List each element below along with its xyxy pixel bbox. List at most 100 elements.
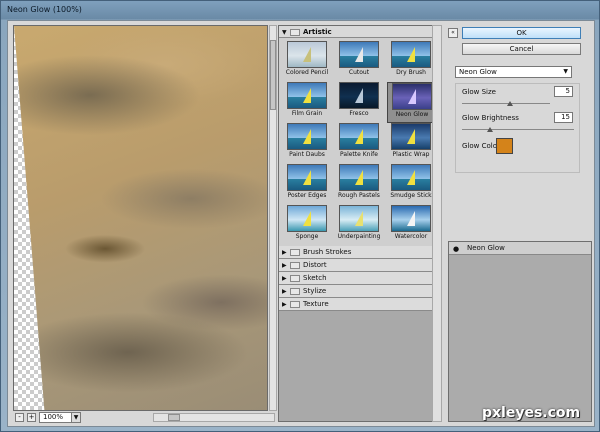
- thumbnail-image: [339, 205, 379, 232]
- folder-icon: [290, 275, 300, 282]
- sailboat-icon: [407, 170, 415, 185]
- scroll-thumb[interactable]: [168, 414, 180, 421]
- sailboat-icon: [303, 47, 311, 62]
- category-texture[interactable]: ▶ Texture: [279, 298, 433, 311]
- category-label: Artistic: [303, 28, 332, 36]
- glow-brightness-slider[interactable]: [462, 127, 574, 132]
- glow-color-label: Glow Color: [462, 142, 500, 150]
- triangle-right-icon: ▶: [282, 288, 287, 295]
- preview-vertical-scrollbar[interactable]: [269, 25, 277, 411]
- filter-label: Plastic Wrap: [392, 151, 430, 158]
- thumbnail-image: [339, 123, 379, 150]
- chevron-down-icon: ▼: [563, 68, 568, 75]
- filter-thumb-dry-brush[interactable]: Dry Brush: [387, 41, 433, 82]
- category-label: Texture: [303, 300, 329, 308]
- sailboat-icon: [407, 129, 415, 144]
- filter-label: Fresco: [349, 110, 369, 117]
- eye-icon[interactable]: ●: [453, 245, 459, 253]
- filter-label: Rough Pastels: [338, 192, 380, 199]
- thumbnail-image: [287, 123, 327, 150]
- thumbnail-image: [339, 82, 379, 109]
- filter-thumb-poster-edges[interactable]: Poster Edges: [283, 164, 329, 205]
- folder-icon: [290, 262, 300, 269]
- sailboat-icon: [408, 89, 416, 104]
- thumbnail-image: [339, 164, 379, 191]
- preview-horizontal-scrollbar[interactable]: [153, 413, 275, 422]
- filter-label: Poster Edges: [287, 192, 327, 199]
- cancel-button[interactable]: Cancel: [462, 43, 581, 55]
- filter-gallery-window: Neon Glow (100%) - + 100% ▼ ▼ Artistic C…: [0, 0, 600, 432]
- category-sketch[interactable]: ▶ Sketch: [279, 272, 433, 285]
- sailboat-icon: [355, 170, 363, 185]
- thumbnail-image: [339, 41, 379, 68]
- filter-label: Watercolor: [394, 233, 428, 240]
- thumbnail-image: [391, 164, 431, 191]
- glow-brightness-label: Glow Brightness: [462, 114, 519, 122]
- filter-label: Smudge Stick: [390, 192, 432, 199]
- filter-thumb-watercolor[interactable]: Watercolor: [387, 205, 433, 246]
- filter-thumb-smudge-stick[interactable]: Smudge Stick: [387, 164, 433, 205]
- category-stylize[interactable]: ▶ Stylize: [279, 285, 433, 298]
- triangle-right-icon: ▶: [282, 262, 287, 269]
- thumbnail-image: [391, 205, 431, 232]
- filter-thumb-paint-daubs[interactable]: Paint Daubs: [283, 123, 329, 164]
- filter-thumb-plastic-wrap[interactable]: Plastic Wrap: [387, 123, 433, 164]
- filter-thumb-sponge[interactable]: Sponge: [283, 205, 329, 246]
- filter-select[interactable]: Neon Glow ▼: [455, 66, 572, 78]
- watermark: pxleyes.com: [482, 405, 581, 421]
- filter-gallery-panel: ▼ Artistic Colored Pencil Cutout Dry Bru…: [278, 25, 435, 422]
- filter-thumb-film-grain[interactable]: Film Grain: [283, 82, 329, 123]
- window-title: Neon Glow (100%): [7, 5, 82, 14]
- sailboat-icon: [303, 211, 311, 226]
- filter-label: Dry Brush: [396, 69, 426, 76]
- zoom-in-button[interactable]: +: [27, 413, 36, 422]
- filter-thumb-underpainting[interactable]: Underpainting: [335, 205, 381, 246]
- category-label: Brush Strokes: [303, 248, 352, 256]
- thumbnail-image: [287, 82, 327, 109]
- filter-thumb-cutout[interactable]: Cutout: [335, 41, 381, 82]
- effect-layer-neon-glow[interactable]: ● Neon Glow: [449, 242, 591, 255]
- filter-thumb-colored-pencil[interactable]: Colored Pencil: [283, 41, 329, 82]
- filter-label: Sponge: [295, 233, 319, 240]
- slider-knob[interactable]: [507, 101, 514, 106]
- filter-select-value: Neon Glow: [459, 68, 497, 76]
- folder-icon: [290, 301, 300, 308]
- triangle-right-icon: ▶: [282, 249, 287, 256]
- thumbnail-image: [391, 123, 431, 150]
- category-label: Distort: [303, 261, 327, 269]
- scroll-thumb[interactable]: [270, 40, 276, 110]
- filter-label: Palette Knife: [340, 151, 378, 158]
- filter-label: Film Grain: [291, 110, 323, 117]
- thumbnail-image: [287, 41, 327, 68]
- filter-label: Cutout: [348, 69, 370, 76]
- title-bar[interactable]: Neon Glow (100%): [1, 1, 600, 19]
- filter-thumb-rough-pastels[interactable]: Rough Pastels: [335, 164, 381, 205]
- glow-size-input[interactable]: 5: [554, 86, 573, 97]
- filter-thumb-neon-glow[interactable]: Neon Glow: [387, 82, 435, 123]
- zoom-out-button[interactable]: -: [15, 413, 24, 422]
- sailboat-icon: [303, 88, 311, 103]
- ok-button[interactable]: OK: [462, 27, 581, 39]
- slider-knob[interactable]: [487, 127, 493, 132]
- glow-color-swatch[interactable]: [496, 138, 513, 154]
- triangle-down-icon: ▼: [282, 29, 287, 36]
- glow-size-slider[interactable]: [462, 101, 550, 106]
- collapse-gallery-button[interactable]: «: [448, 28, 458, 38]
- sailboat-icon: [355, 129, 363, 144]
- category-artistic[interactable]: ▼ Artistic: [279, 26, 433, 38]
- category-brush-strokes[interactable]: ▶ Brush Strokes: [279, 246, 433, 259]
- filter-label: Colored Pencil: [285, 69, 329, 76]
- sailboat-icon: [355, 47, 363, 62]
- glow-brightness-input[interactable]: 15: [554, 112, 573, 123]
- gallery-scrollbar[interactable]: [432, 25, 442, 422]
- preview-canvas[interactable]: [13, 25, 268, 411]
- filter-thumb-palette-knife[interactable]: Palette Knife: [335, 123, 381, 164]
- thumbnail-image: [392, 83, 432, 110]
- filter-label: Underpainting: [337, 233, 381, 240]
- folder-icon: [290, 288, 300, 295]
- filter-thumb-fresco[interactable]: Fresco: [335, 82, 381, 123]
- sailboat-icon: [355, 211, 363, 226]
- thumbnail-image: [391, 41, 431, 68]
- chevron-down-icon[interactable]: ▼: [71, 412, 81, 423]
- category-distort[interactable]: ▶ Distort: [279, 259, 433, 272]
